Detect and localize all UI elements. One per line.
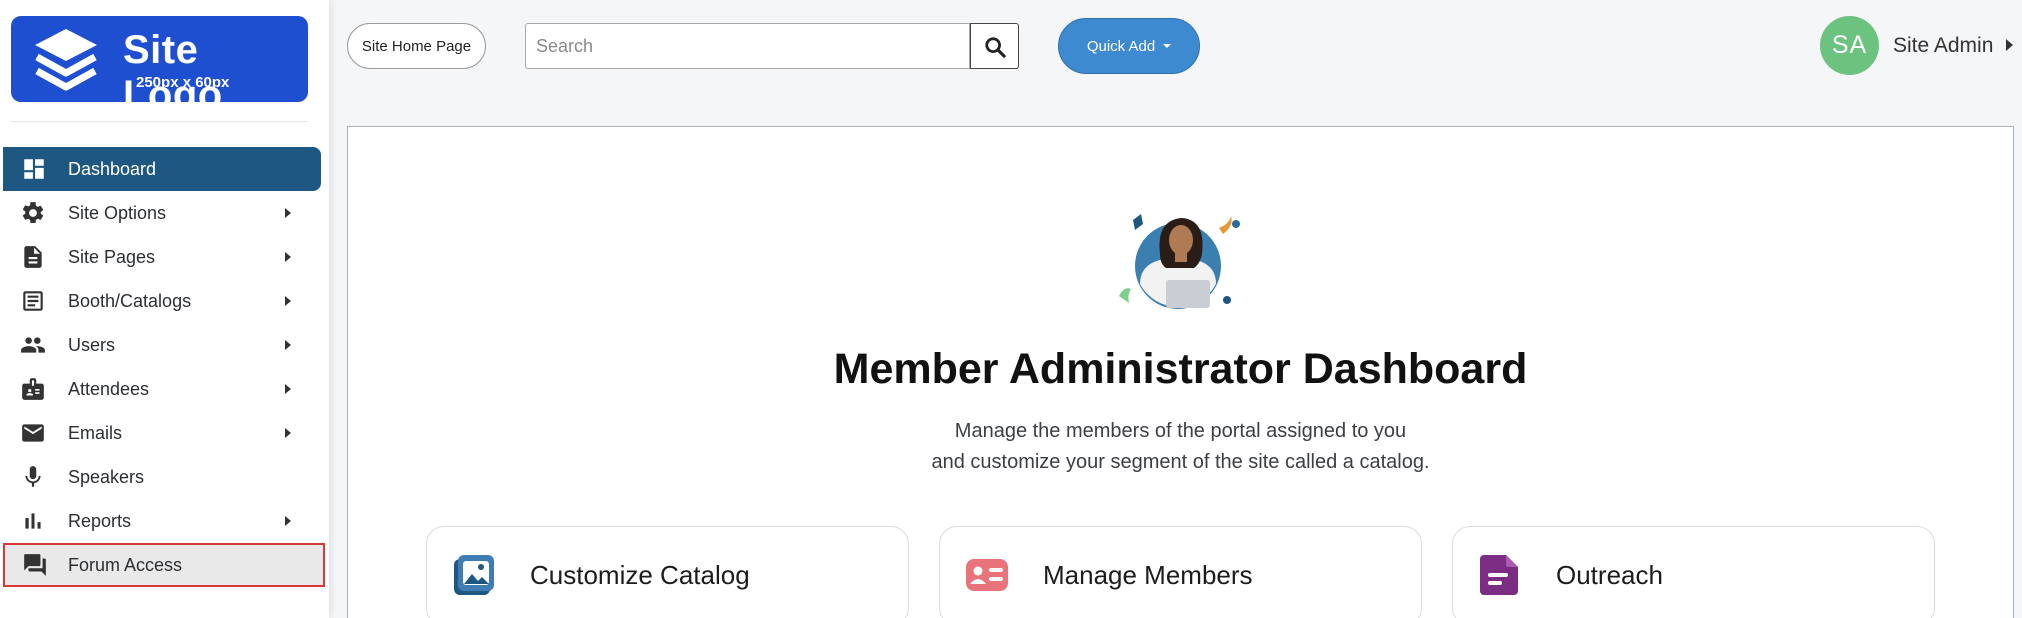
manage-members-card[interactable]: Manage Members xyxy=(939,526,1422,618)
sidebar-item-users[interactable]: Users xyxy=(0,323,329,367)
sidebar-item-forum-access[interactable]: Forum Access xyxy=(3,543,325,587)
catalog-icon xyxy=(23,291,43,311)
user-menu-name[interactable]: Site Admin xyxy=(1893,34,1993,58)
forum-icon xyxy=(24,554,46,576)
site-home-page-button[interactable]: Site Home Page xyxy=(347,23,486,69)
sidebar-item-label: Emails xyxy=(68,422,123,443)
caret-right-icon xyxy=(285,516,291,526)
sidebar-item-label: Forum Access xyxy=(68,554,183,575)
caret-right-icon xyxy=(285,296,291,306)
search-input[interactable] xyxy=(525,23,970,69)
sidebar-item-site-options[interactable]: Site Options xyxy=(0,191,329,235)
outreach-card[interactable]: Outreach xyxy=(1452,526,1935,618)
sidebar-item-label: Dashboard xyxy=(68,158,157,179)
sidebar-item-label: Site Options xyxy=(68,202,167,223)
dashboard-icon xyxy=(24,159,44,179)
sidebar-item-label: Reports xyxy=(68,510,132,531)
customize-catalog-card[interactable]: Customize Catalog xyxy=(426,526,909,618)
caret-right-icon[interactable] xyxy=(2006,39,2013,51)
gallery-icon xyxy=(454,555,494,595)
sidebar-item-label: Booth/Catalogs xyxy=(68,290,192,311)
document-icon xyxy=(24,246,42,268)
sidebar-item-emails[interactable]: Emails xyxy=(0,411,329,455)
caret-right-icon xyxy=(285,252,291,262)
gear-icon xyxy=(22,202,44,223)
sidebar-item-dashboard[interactable]: Dashboard xyxy=(3,147,321,191)
layers-logo-icon xyxy=(35,29,97,91)
page-title: Member Administrator Dashboard xyxy=(833,345,1528,393)
subtitle-line: Manage the members of the portal assigne… xyxy=(954,420,1407,442)
avatar[interactable]: SA xyxy=(1820,16,1879,75)
sidebar-nav: Dashboard Site Options Site Pages Booth/… xyxy=(0,147,329,587)
sidebar-item-label: Speakers xyxy=(68,466,145,487)
badge-icon xyxy=(22,378,44,400)
sidebar-item-speakers[interactable]: Speakers xyxy=(0,455,329,499)
sidebar-item-label: Users xyxy=(68,334,116,355)
caret-right-icon xyxy=(285,340,291,350)
search-icon xyxy=(985,37,1006,58)
bar-chart-icon xyxy=(25,513,41,529)
sidebar-item-label: Attendees xyxy=(68,378,150,399)
card-label: Customize Catalog xyxy=(530,560,750,590)
sidebar-item-reports[interactable]: Reports xyxy=(0,499,329,543)
caret-right-icon xyxy=(285,208,291,218)
admin-illustration xyxy=(1119,214,1240,309)
site-logo[interactable]: Site Logo 250px x 60px xyxy=(11,16,308,117)
caret-right-icon xyxy=(285,384,291,394)
sidebar-item-booth-catalogs[interactable]: Booth/Catalogs xyxy=(0,279,329,323)
subtitle-line: and customize your segment of the site c… xyxy=(931,451,1430,473)
sidebar-item-label: Site Pages xyxy=(68,246,156,267)
id-card-icon xyxy=(966,559,1008,591)
sidebar-item-attendees[interactable]: Attendees xyxy=(0,367,329,411)
card-label: Manage Members xyxy=(1043,560,1253,590)
sidebar-item-site-pages[interactable]: Site Pages xyxy=(0,235,329,279)
search-button[interactable] xyxy=(970,23,1019,69)
quick-add-label: Quick Add xyxy=(1086,37,1156,55)
logo-subtitle: 250px x 60px xyxy=(136,74,230,91)
sidebar: Site Logo 250px x 60px Dashboard Site Op… xyxy=(0,0,329,618)
note-icon xyxy=(1480,555,1518,595)
caret-right-icon xyxy=(285,428,291,438)
divider xyxy=(11,121,308,122)
microphone-icon xyxy=(25,466,41,487)
logo-title: Site Logo xyxy=(123,28,223,117)
dropdown-caret-icon xyxy=(1163,44,1172,48)
page-subtitle: Manage the members of the portal assigne… xyxy=(347,416,2014,478)
mail-icon xyxy=(22,424,44,442)
quick-add-button[interactable]: Quick Add xyxy=(1058,18,1200,74)
card-label: Outreach xyxy=(1556,560,1663,590)
users-icon xyxy=(21,337,45,353)
